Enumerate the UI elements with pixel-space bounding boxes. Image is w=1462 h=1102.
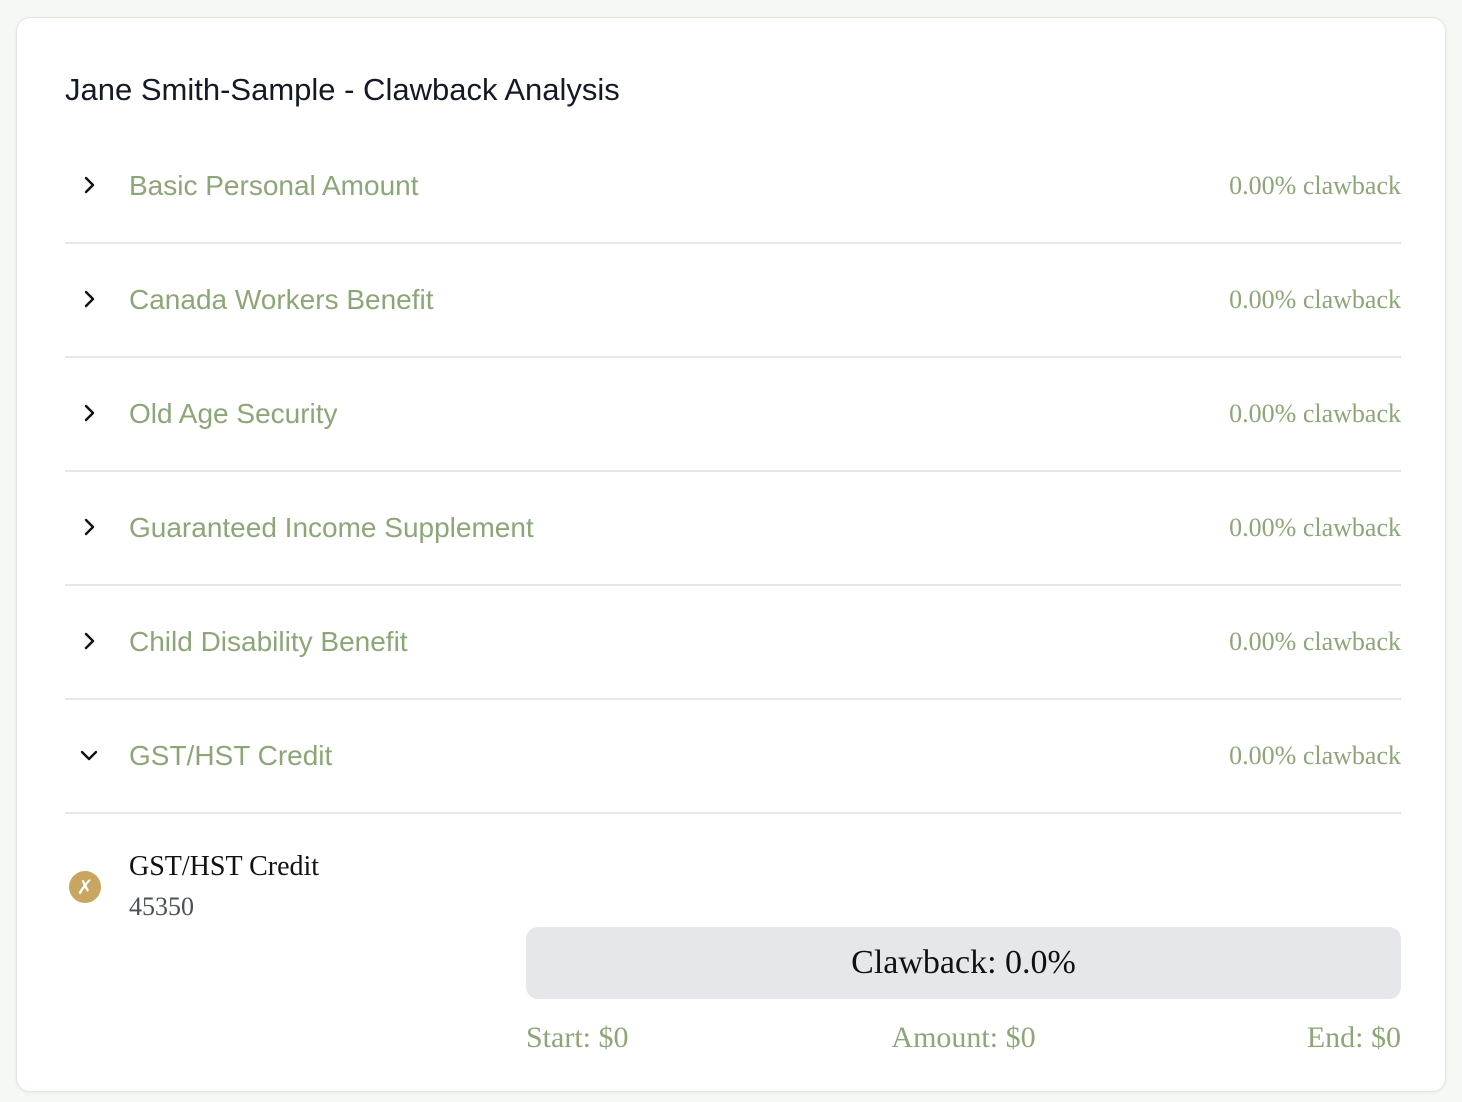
benefit-label: Canada Workers Benefit [129,284,434,315]
clawback-end: End: $0 [1306,1021,1401,1054]
x-circle-icon: ✗ [69,871,101,903]
detail-benefit-name: GST/HST Credit [129,851,320,882]
chevron-right-icon [84,518,95,536]
benefit-label: GST/HST Credit [129,740,333,771]
chevron-right-icon [84,632,95,650]
clawback-stats: Start: $0 Amount: $0 End: $0 [526,1020,1401,1056]
clawback-progress-bar: Clawback: 0.0% [526,927,1401,999]
chevron-right-icon [84,176,95,194]
chevron-right-icon [84,404,95,422]
benefit-clawback-value: 0.00% clawback [1229,171,1401,200]
page-title: Jane Smith-Sample - Clawback Analysis [65,72,620,107]
clawback-progress-label: Clawback: 0.0% [851,944,1076,981]
clawback-analysis-card: Jane Smith-Sample - Clawback Analysis Ba… [16,17,1446,1092]
benefit-clawback-value: 0.00% clawback [1229,627,1401,656]
benefit-clawback-value: 0.00% clawback [1229,741,1401,770]
benefit-row-old-age-security[interactable]: Old Age Security 0.00% clawback [65,358,1401,472]
benefit-detail-panel: ✗ GST/HST Credit 45350 Clawback: 0.0% St… [65,814,1401,1084]
benefit-clawback-value: 0.00% clawback [1229,285,1401,314]
benefit-clawback-value: 0.00% clawback [1229,399,1401,428]
benefit-row-gst-hst-credit[interactable]: GST/HST Credit 0.00% clawback [65,700,1401,814]
benefit-row-canada-workers-benefit[interactable]: Canada Workers Benefit 0.00% clawback [65,244,1401,358]
benefit-label: Basic Personal Amount [129,170,419,201]
benefit-row-guaranteed-income-supplement[interactable]: Guaranteed Income Supplement 0.00% clawb… [65,472,1401,586]
benefit-row-child-disability-benefit[interactable]: Child Disability Benefit 0.00% clawback [65,586,1401,700]
detail-benefit-code: 45350 [129,892,194,921]
benefit-label: Child Disability Benefit [129,626,408,657]
chevron-right-icon [84,290,95,308]
benefit-label: Guaranteed Income Supplement [129,512,534,543]
benefit-row-basic-personal-amount[interactable]: Basic Personal Amount 0.00% clawback [65,130,1401,244]
benefit-clawback-value: 0.00% clawback [1229,513,1401,542]
benefit-label: Old Age Security [129,398,338,429]
benefit-list: Basic Personal Amount 0.00% clawback Can… [65,130,1401,814]
clawback-amount: Amount: $0 [891,1021,1036,1054]
chevron-down-icon [80,750,98,761]
